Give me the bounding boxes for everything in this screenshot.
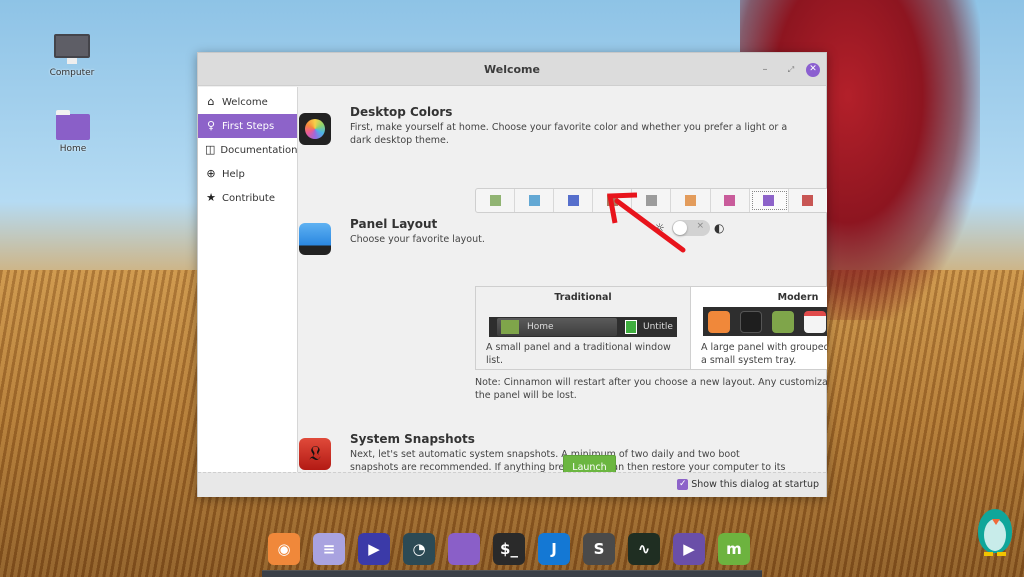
desktop-icon-label: Home [59, 144, 87, 154]
firefox-icon [708, 310, 730, 333]
red-annotation-arrow [607, 192, 686, 253]
layout-option-traditional[interactable]: Traditional Home Untitle A small panel a… [476, 287, 691, 369]
lightbulb-icon: ♀ [206, 119, 216, 132]
swatch-color-chip [489, 195, 501, 206]
panel-layout-description: Choose your favorite layout. [350, 234, 485, 245]
sidebar-item-documentation[interactable]: ◫ Documentation [198, 138, 298, 162]
monitor-stand [67, 58, 77, 64]
timeshift-icon [299, 438, 331, 470]
sidebar-item-label: Welcome [222, 96, 268, 108]
color-swatch-red[interactable] [789, 189, 827, 212]
swatch-color-chip [528, 195, 540, 206]
color-swatch-purple[interactable] [749, 189, 789, 212]
preview-window-button: Untitle [621, 318, 673, 336]
swatch-color-chip [802, 195, 814, 206]
celluloid-icon[interactable]: ▶ [673, 533, 705, 565]
sidebar: ⌂ Welcome ♀ First Steps ◫ Documentation … [198, 87, 298, 472]
show-at-startup-checkbox[interactable]: ✓ [677, 479, 689, 490]
color-swatch-aqua[interactable] [515, 189, 555, 212]
folder-icon [772, 310, 794, 333]
system-snapshots-title: System Snapshots [350, 432, 475, 446]
media-player-icon[interactable]: ▶ [358, 533, 390, 565]
dock: ◉ ≡ ▶ ◔ $_ J S ∿ ▶ m [268, 533, 750, 565]
sidebar-item-label: First Steps [222, 120, 275, 132]
layout-option-title: Modern [777, 292, 819, 303]
first-steps-content: Desktop Colors First, make yourself at h… [299, 87, 827, 472]
disk-usage-icon[interactable]: ◔ [403, 533, 435, 565]
book-icon: ◫ [205, 143, 216, 156]
system-monitor-icon[interactable]: ∿ [628, 533, 660, 565]
welcome-window: Welcome – ⤢ ✕ ⌂ Welcome ♀ First Steps ◫ … [197, 52, 827, 497]
window-title: Welcome [484, 63, 540, 76]
sidebar-item-first-steps[interactable]: ♀ First Steps [198, 114, 297, 138]
sublime-icon[interactable]: S [583, 533, 615, 565]
desktop-icon-home[interactable]: Home [43, 110, 103, 154]
swatch-color-chip [724, 195, 736, 206]
folder-icon [501, 320, 519, 334]
layout-option-description: A large panel with grouped windows and a… [701, 342, 827, 366]
penguin-feet [984, 552, 1006, 556]
traditional-panel-preview: Home Untitle [489, 317, 677, 337]
penguin-beak [992, 519, 1000, 525]
color-swatch-green[interactable] [476, 189, 516, 212]
desktop-colors-icon [299, 113, 331, 145]
sidebar-item-welcome[interactable]: ⌂ Welcome [198, 90, 297, 114]
panel-layout-icon [299, 223, 331, 255]
layout-option-modern[interactable]: Modern A large panel with grouped window… [691, 287, 827, 369]
layout-option-title: Traditional [554, 292, 612, 303]
star-icon: ★ [206, 191, 216, 204]
preview-window-label: Home [527, 322, 554, 332]
home-icon: ⌂ [207, 95, 215, 108]
toggle-off-mark: × [696, 221, 704, 231]
layout-options: Traditional Home Untitle A small panel a… [475, 286, 827, 370]
color-swatch-blue[interactable] [554, 189, 594, 212]
panel-layout-title: Panel Layout [350, 217, 438, 231]
minimize-button[interactable]: – [758, 63, 772, 77]
color-swatch-pink[interactable] [711, 189, 750, 212]
layout-option-description: A small panel and a traditional window l… [486, 342, 671, 366]
penguin-mascot-icon [976, 503, 1014, 557]
calendar-icon [804, 310, 826, 333]
sidebar-item-label: Help [222, 168, 245, 180]
layout-restart-note: Note: Cinnamon will restart after you ch… [475, 377, 827, 401]
taskbar [262, 570, 762, 577]
show-at-startup[interactable]: ✓ Show this dialog at startup [677, 479, 819, 490]
desktop-icon-label: Computer [49, 68, 95, 78]
sidebar-item-contribute[interactable]: ★ Contribute [198, 186, 297, 210]
maximize-button[interactable]: ⤢ [784, 63, 798, 77]
swatch-color-chip [763, 195, 775, 206]
swatch-color-chip [567, 195, 579, 206]
sidebar-item-help[interactable]: ⊕ Help [198, 162, 297, 186]
lifebuoy-icon: ⊕ [206, 167, 216, 180]
preview-window-button: Home [497, 318, 617, 336]
modern-panel-preview [703, 307, 827, 336]
home-folder-icon [56, 110, 90, 140]
terminal-icon [740, 310, 762, 333]
firefox-icon[interactable]: ◉ [268, 533, 300, 565]
desktop-colors-title: Desktop Colors [350, 105, 453, 119]
sidebar-item-label: Documentation [220, 144, 298, 156]
terminal-icon[interactable]: $_ [493, 533, 525, 565]
sidebar-item-label: Contribute [222, 192, 276, 204]
text-editor-icon[interactable]: ≡ [313, 533, 345, 565]
computer-icon [54, 34, 90, 58]
dialog-footer: ✓ Show this dialog at startup [198, 472, 826, 497]
desktop-colors-description: First, make yourself at home. Choose you… [350, 122, 788, 146]
desktop-icon-computer[interactable]: Computer [42, 34, 102, 78]
files-icon[interactable] [448, 533, 480, 565]
spreadsheet-icon [625, 320, 637, 334]
joplin-icon[interactable]: J [538, 533, 570, 565]
show-at-startup-label: Show this dialog at startup [691, 479, 819, 490]
titlebar[interactable]: Welcome – ⤢ ✕ [198, 53, 826, 86]
preview-window-label: Untitle [643, 322, 673, 332]
moon-icon: ◐ [714, 221, 725, 235]
mint-menu-icon[interactable]: m [718, 533, 750, 565]
close-button[interactable]: ✕ [806, 63, 820, 77]
